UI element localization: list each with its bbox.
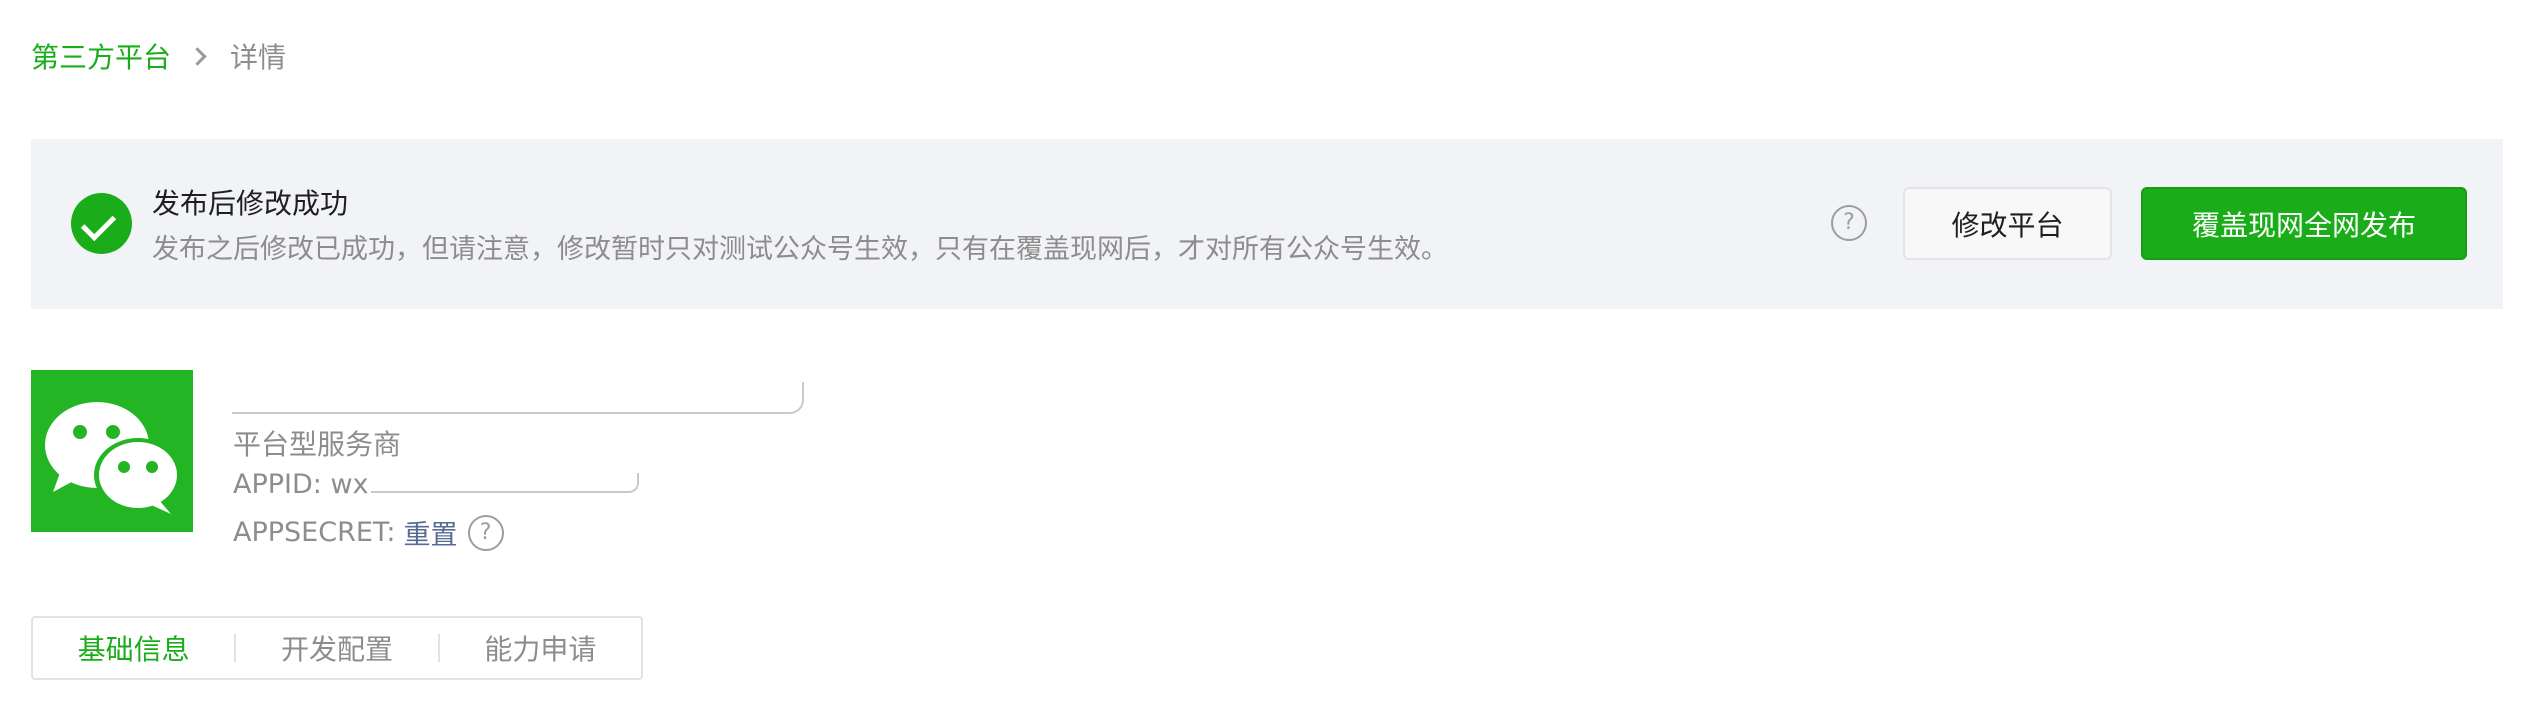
tab-dev-config[interactable]: 开发配置 — [236, 628, 437, 668]
publish-success-notice: 发布后修改成功 发布之后修改已成功，但请注意，修改暂时只对测试公众号生效，只有在… — [31, 139, 2503, 309]
appid-row: APPID: wx — [233, 469, 639, 500]
breadcrumb-third-party-platform-link[interactable]: 第三方平台 — [31, 36, 171, 76]
platform-type: 平台型服务商 — [233, 428, 402, 461]
reset-appsecret-link[interactable]: 重置 — [404, 513, 458, 552]
full-network-publish-button[interactable]: 覆盖现网全网发布 — [2141, 187, 2467, 260]
appid-label: APPID: wx — [233, 469, 369, 500]
tab-basic-info[interactable]: 基础信息 — [33, 628, 234, 668]
wechat-logo-icon — [31, 370, 193, 532]
appid-value-redacted — [370, 472, 639, 493]
modify-platform-button[interactable]: 修改平台 — [1903, 187, 2112, 260]
question-circle-icon[interactable]: ? — [1831, 205, 1867, 241]
appsecret-label: APPSECRET: — [233, 517, 396, 548]
notice-title: 发布后修改成功 — [152, 187, 349, 220]
tab-capability-apply[interactable]: 能力申请 — [440, 628, 641, 668]
app-name-redacted — [232, 382, 804, 414]
chevron-right-icon — [188, 46, 207, 66]
question-circle-icon[interactable]: ? — [467, 514, 504, 551]
success-check-icon — [71, 193, 132, 254]
notice-description: 发布之后修改已成功，但请注意，修改暂时只对测试公众号生效，只有在覆盖现网后，才对… — [152, 234, 1448, 265]
breadcrumb: 第三方平台 详情 — [31, 36, 286, 76]
breadcrumb-current: 详情 — [230, 41, 287, 74]
appsecret-row: APPSECRET: 重置 ? — [233, 513, 504, 552]
detail-tabs: 基础信息 开发配置 能力申请 — [31, 616, 643, 680]
